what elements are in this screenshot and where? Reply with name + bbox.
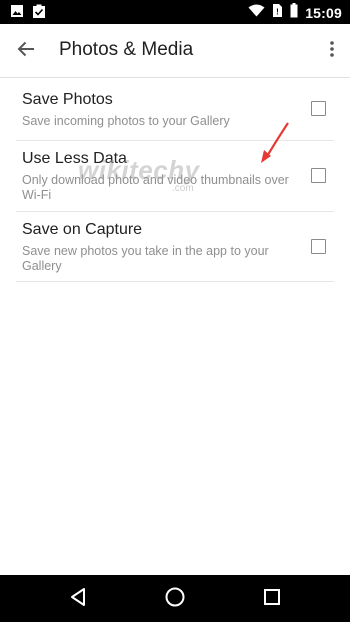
setting-summary: Save incoming photos to your Gallery [22, 114, 230, 128]
clipboard-check-icon [32, 4, 46, 24]
save-on-capture-checkbox[interactable] [311, 239, 326, 254]
nav-back-button[interactable] [66, 587, 90, 611]
back-button[interactable] [12, 38, 40, 64]
page-title: Photos & Media [59, 39, 194, 60]
recents-square-icon [263, 588, 281, 611]
nav-home-button[interactable] [163, 587, 187, 611]
battery-icon [290, 3, 298, 23]
setting-title: Use Less Data [22, 150, 127, 167]
screen: ! 15:09 Photos & Media Save Photos Save … [0, 0, 350, 622]
save-photos-checkbox[interactable] [311, 101, 326, 116]
status-time: 15:09 [305, 5, 342, 21]
annotation-arrow-icon [258, 120, 292, 169]
settings-list: Save Photos Save incoming photos to your… [0, 78, 350, 282]
arrow-back-icon [17, 41, 35, 62]
no-sim-icon: ! [272, 3, 283, 23]
use-less-data-checkbox[interactable] [311, 168, 326, 183]
app-bar: Photos & Media [0, 24, 350, 78]
navigation-bar [0, 575, 350, 622]
svg-text:!: ! [276, 8, 279, 17]
back-triangle-icon [69, 587, 87, 612]
setting-title: Save on Capture [22, 221, 143, 238]
overflow-menu-button[interactable] [326, 38, 338, 64]
nav-recents-button[interactable] [260, 587, 284, 611]
setting-title: Save Photos [22, 91, 113, 108]
wifi-icon [248, 4, 265, 22]
home-circle-icon [164, 586, 186, 613]
image-icon [10, 4, 24, 24]
setting-save-on-capture[interactable]: Save on Capture Save new photos you take… [16, 212, 334, 282]
setting-summary: Only download photo and video thumbnails… [22, 173, 289, 202]
status-bar: ! 15:09 [0, 0, 350, 24]
setting-summary: Save new photos you take in the app to y… [22, 244, 269, 273]
more-vert-icon [330, 40, 334, 62]
